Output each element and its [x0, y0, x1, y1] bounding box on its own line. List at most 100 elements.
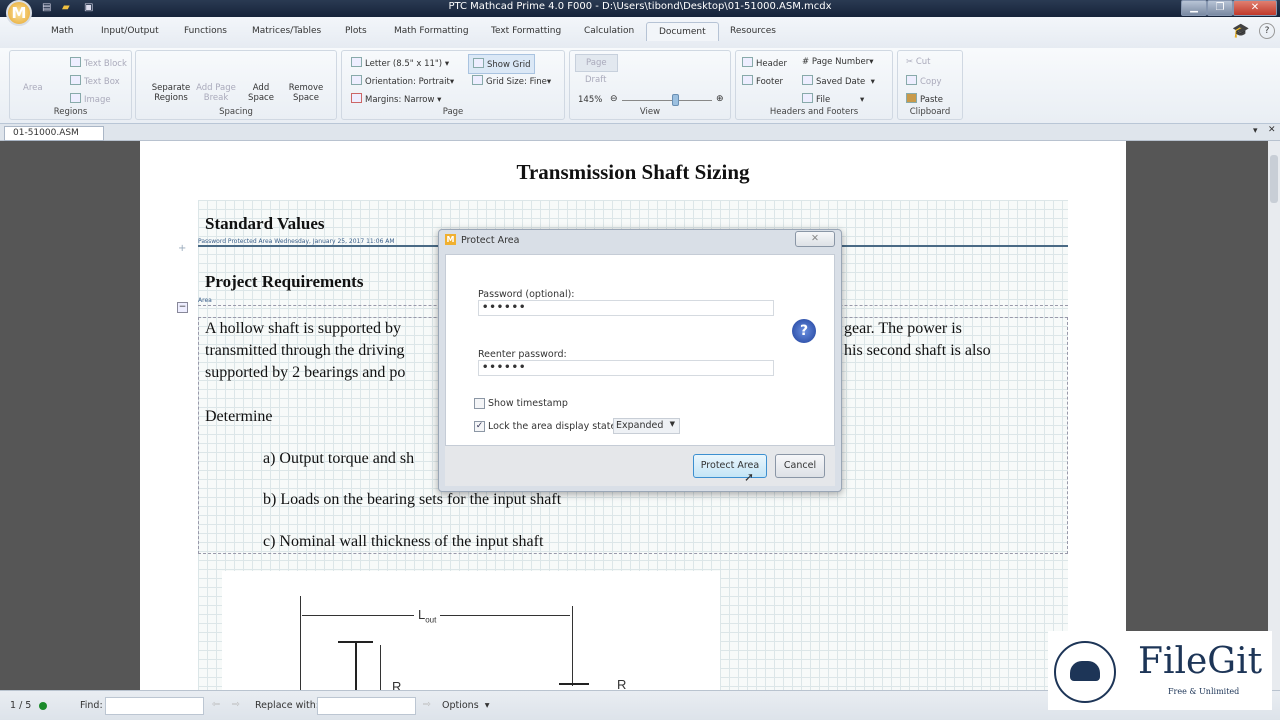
tab-resources[interactable]: Resources: [730, 26, 776, 36]
dialog-body: Password (optional): •••••• ? Reenter pa…: [445, 254, 835, 446]
find-previous-icon[interactable]: ⇦: [212, 699, 220, 710]
add-space-button[interactable]: Add Space: [246, 83, 276, 103]
requirement-item: a) Output torque and sh: [263, 450, 415, 467]
spacing-label: Spacing: [219, 107, 253, 117]
cancel-button[interactable]: Cancel: [775, 454, 825, 478]
page-number-dropdown[interactable]: # Page Number▾: [802, 57, 874, 67]
remove-space-button[interactable]: Remove Space: [286, 83, 326, 103]
zoom-out-icon[interactable]: ⊖: [610, 94, 618, 104]
add-page-break-button[interactable]: Add Page Break: [196, 83, 236, 103]
password-input[interactable]: ••••••: [478, 300, 774, 316]
close-document-icon[interactable]: ✕: [1268, 125, 1276, 135]
protect-area-button[interactable]: Protect Area: [693, 454, 767, 478]
open-folder-icon[interactable]: ▰: [62, 2, 70, 13]
show-timestamp-checkbox[interactable]: [474, 398, 485, 409]
draft-view-button[interactable]: Draft: [585, 75, 606, 85]
minimize-button[interactable]: ▁: [1181, 0, 1207, 16]
tab-input-output[interactable]: Input/Output: [101, 26, 159, 36]
image-button[interactable]: Image: [70, 93, 111, 105]
tab-list-icon[interactable]: ▾: [1253, 126, 1258, 136]
spacing-group: Separate Regions Add Page Break Add Spac…: [135, 50, 337, 120]
dropdown-arrow-icon: ▼: [669, 420, 675, 428]
page-size-dropdown[interactable]: Letter (8.5" x 11") ▾: [351, 57, 449, 69]
regions-group: Area Text Block Text Box Image Regions: [9, 50, 132, 120]
r-label: R: [617, 677, 627, 690]
collapse-area-icon[interactable]: −: [177, 302, 188, 313]
dialog-close-button[interactable]: ✕: [795, 231, 835, 247]
scrollbar-thumb[interactable]: [1270, 155, 1278, 203]
zoom-in-icon[interactable]: ⊕: [716, 94, 724, 104]
heading-project-requirements: Project Requirements: [205, 272, 364, 291]
expand-area-icon[interactable]: +: [178, 243, 186, 254]
heading-standard-values: Standard Values: [205, 214, 325, 233]
cut-button[interactable]: ✂ Cut: [906, 57, 930, 67]
tab-matrices-tables[interactable]: Matrices/Tables: [252, 26, 321, 36]
tab-math[interactable]: Math: [51, 26, 74, 36]
zoom-level: 145%: [578, 95, 603, 105]
header-button[interactable]: Header: [742, 57, 787, 69]
document-tab[interactable]: 01-51000.ASM: [4, 126, 104, 141]
zoom-slider-thumb[interactable]: [672, 94, 679, 106]
grid-icon: [473, 58, 484, 68]
view-group: Page Draft 145% ⊖ ⊕ View: [569, 50, 731, 120]
headers-footers-group: Header Footer # Page Number▾ Saved Date …: [735, 50, 893, 120]
watermark-name: FileGit: [1138, 641, 1263, 682]
lock-state-dropdown[interactable]: Expanded ▼: [613, 418, 680, 434]
page-view-button[interactable]: Page: [575, 54, 618, 72]
text-line: his second shaft is also: [844, 342, 991, 359]
vertical-scrollbar[interactable]: [1268, 141, 1280, 690]
lock-state-label: Lock the area display state:: [488, 421, 620, 432]
find-input[interactable]: [105, 697, 204, 715]
tab-functions[interactable]: Functions: [184, 26, 227, 36]
text-box-button[interactable]: Text Box: [70, 75, 120, 87]
scissors-icon: ✂: [906, 57, 916, 67]
ribbon: Area Text Block Text Box Image Regions S…: [0, 48, 1280, 124]
save-icon[interactable]: ▣: [84, 2, 93, 13]
paste-button[interactable]: Paste: [906, 93, 943, 105]
find-next-icon[interactable]: ⇨: [232, 699, 240, 710]
copy-button[interactable]: Copy: [906, 75, 942, 87]
tab-calculation[interactable]: Calculation: [584, 26, 634, 36]
protected-area-label: Password Protected Area Wednesday, Janua…: [198, 238, 395, 245]
file-icon: [802, 93, 813, 103]
calc-status-icon: [39, 702, 47, 710]
watermark-tagline: Free & Unlimited: [1168, 687, 1240, 696]
separate-regions-button[interactable]: Separate Regions: [146, 83, 196, 103]
page-label: Page: [442, 107, 464, 117]
show-grid-toggle[interactable]: Show Grid: [468, 54, 536, 74]
page-icon: [351, 57, 362, 67]
options-dropdown[interactable]: Options ▾: [442, 700, 489, 711]
app-logo[interactable]: M: [6, 0, 32, 26]
grid-size-dropdown[interactable]: Grid Size: Fine▾: [472, 75, 551, 87]
orientation-dropdown[interactable]: Orientation: Portrait▾: [351, 75, 454, 87]
new-file-icon[interactable]: ▤: [42, 2, 51, 13]
graduation-cap-icon[interactable]: 🎓: [1232, 23, 1249, 39]
restore-button[interactable]: ❐: [1207, 0, 1233, 16]
tab-math-formatting[interactable]: Math Formatting: [394, 26, 469, 36]
replace-input[interactable]: [317, 697, 416, 715]
tab-text-formatting[interactable]: Text Formatting: [491, 26, 561, 36]
area-button[interactable]: Area: [23, 83, 43, 93]
help-icon[interactable]: ?: [792, 319, 816, 343]
document-tabs: 01-51000.ASM ▾ ✕: [0, 124, 1280, 141]
saved-date-dropdown[interactable]: Saved Date ▾: [802, 75, 875, 87]
text-block-icon: [70, 57, 81, 67]
mathcad-icon: M: [445, 234, 456, 245]
zoom-slider[interactable]: ⊖ ⊕: [610, 94, 726, 106]
headers-footers-label: Headers and Footers: [769, 107, 859, 117]
reenter-password-input[interactable]: ••••••: [478, 360, 774, 376]
lock-state-checkbox[interactable]: ✓: [474, 421, 485, 432]
page-indicator: 1 / 5: [10, 700, 32, 711]
replace-icon[interactable]: ⇨: [423, 699, 431, 710]
paste-icon: [906, 93, 917, 103]
tab-plots[interactable]: Plots: [345, 26, 367, 36]
margins-dropdown[interactable]: Margins: Narrow ▾: [351, 93, 441, 105]
file-dropdown[interactable]: File ▾: [802, 93, 864, 105]
text-block-button[interactable]: Text Block: [70, 57, 127, 69]
close-button[interactable]: ✕: [1233, 0, 1277, 16]
help-icon[interactable]: ?: [1259, 23, 1275, 39]
orientation-icon: [351, 75, 362, 85]
tab-document[interactable]: Document: [646, 22, 719, 41]
ribbon-tabs: Math Input/Output Functions Matrices/Tab…: [0, 17, 1280, 48]
footer-button[interactable]: Footer: [742, 75, 783, 87]
